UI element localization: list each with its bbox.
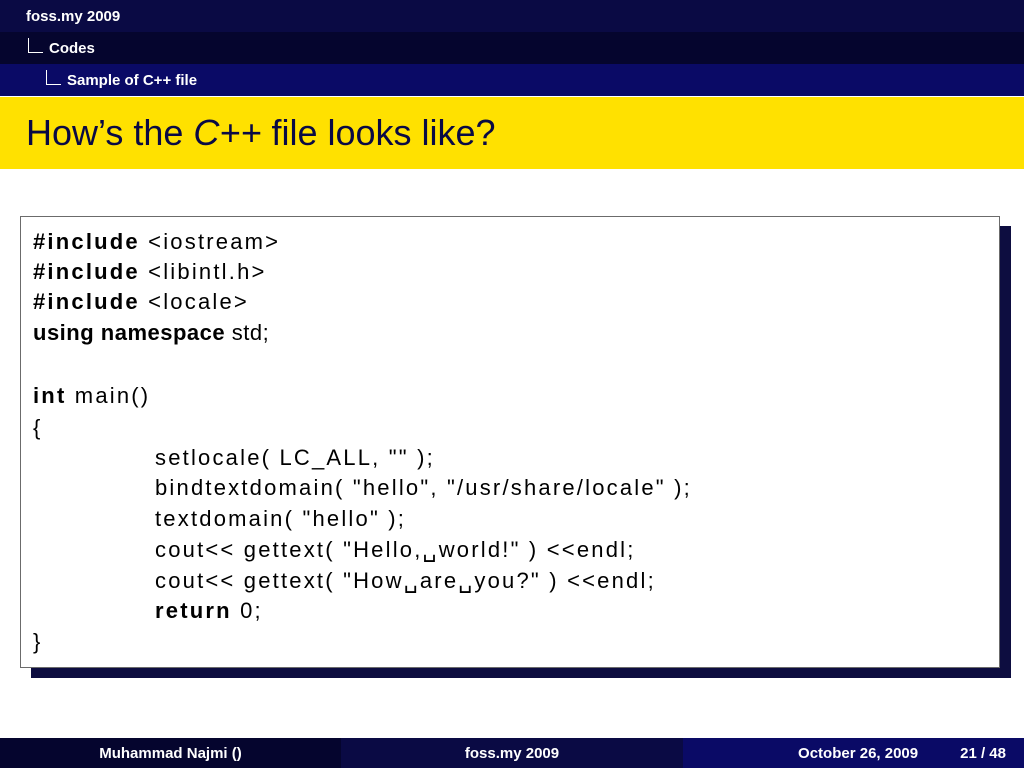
breadcrumb-level-1[interactable]: foss.my 2009 — [0, 0, 1024, 32]
footer: Muhammad Najmi () foss.my 2009 October 2… — [0, 738, 1024, 768]
breadcrumb-level-3[interactable]: Sample of C++ file — [0, 64, 1024, 96]
code-line: { — [33, 415, 43, 440]
code-line: #include <iostream> — [33, 227, 280, 257]
code-text: main() — [66, 383, 151, 408]
footer-author: Muhammad Najmi () — [0, 738, 341, 768]
code-line: setlocale( LC_ALL, "" ); — [155, 445, 435, 470]
code-text: <locale> — [139, 289, 249, 314]
code-text: 0; — [231, 598, 263, 623]
code-keyword: int — [33, 383, 67, 408]
code-line: return 0; — [33, 596, 263, 626]
slide-title-bar: How’s the C++ file looks like? — [0, 97, 1024, 169]
code-keyword: #include — [33, 289, 140, 314]
code-line: cout<< gettext( "How␣are␣you?" ) <<endl; — [155, 568, 656, 593]
code-keyword: #include — [33, 259, 140, 284]
code-line: #include <libintl.h> — [33, 257, 267, 287]
code-keyword: return — [155, 598, 232, 623]
footer-event: foss.my 2009 — [341, 738, 683, 768]
code-line: cout<< gettext( "Hello,␣world!" ) <<endl… — [155, 537, 636, 562]
slide-title: How’s the C++ file looks like? — [26, 112, 496, 154]
code-keyword: #include — [33, 229, 140, 254]
tree-branch-icon — [46, 69, 61, 85]
code-text: std; — [225, 320, 270, 345]
title-suffix: file looks like? — [261, 112, 496, 153]
breadcrumb-level-2[interactable]: Codes — [0, 32, 1024, 64]
title-prefix: How’s the — [26, 112, 194, 153]
tree-branch-icon — [28, 37, 43, 53]
code-text: <libintl.h> — [139, 259, 267, 284]
footer-author-label: Muhammad Najmi () — [99, 744, 242, 762]
footer-date: October 26, 2009 — [798, 744, 919, 762]
code-line: } — [33, 629, 43, 654]
footer-date-page: October 26, 2009 21 / 48 — [683, 738, 1024, 768]
code-keyword: using namespace — [33, 320, 226, 345]
code-line: bindtextdomain( "hello", "/usr/share/loc… — [155, 475, 692, 500]
code-line: using namespace std; — [33, 318, 269, 348]
code-block: #include <iostream> #include <libintl.h>… — [20, 216, 1000, 668]
title-emphasis: C++ — [193, 112, 262, 153]
code-text: <iostream> — [139, 229, 281, 254]
breadcrumb-level-1-label: foss.my 2009 — [26, 7, 121, 25]
code-line: int main() — [33, 381, 150, 411]
breadcrumb-level-3-label: Sample of C++ file — [67, 71, 198, 89]
code-line: textdomain( "hello" ); — [155, 506, 407, 531]
page-number: 21 / 48 — [960, 744, 1006, 762]
breadcrumb-level-2-label: Codes — [49, 39, 95, 57]
footer-event-label: foss.my 2009 — [464, 744, 560, 762]
code-line: #include <locale> — [33, 287, 249, 317]
